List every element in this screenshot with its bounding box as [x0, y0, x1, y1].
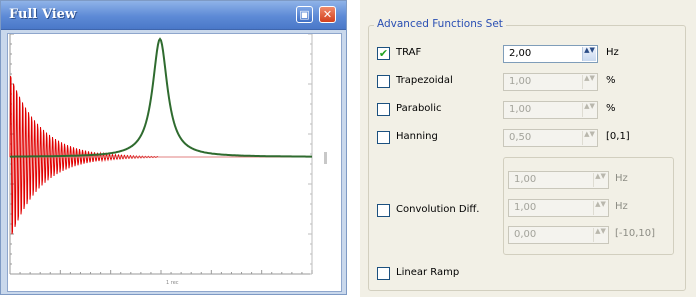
- convolution-field-2-value: 1,00: [514, 202, 537, 213]
- hanning-spinbox[interactable]: 0,50 ▲▼: [503, 129, 598, 147]
- parabolic-value: 1,00: [509, 104, 532, 115]
- restore-icon[interactable]: ▣: [296, 6, 313, 23]
- convolution-field-3-unit: [-10,10]: [615, 228, 656, 239]
- close-icon[interactable]: ✕: [319, 6, 336, 23]
- linear-ramp-checkbox[interactable]: [377, 267, 390, 280]
- plot-resize-handle[interactable]: [324, 152, 327, 164]
- hanning-label: Hanning: [396, 131, 438, 142]
- hanning-checkbox[interactable]: [377, 131, 390, 144]
- traf-checkbox[interactable]: ✔: [377, 47, 390, 60]
- convolution-field-2-spinbox[interactable]: 1,00 ▲▼: [508, 199, 609, 217]
- convolution-field-1-spinbox[interactable]: 1,00 ▲▼: [508, 171, 609, 189]
- trapezoidal-spinbox[interactable]: 1,00 ▲▼: [503, 73, 598, 91]
- full-view-titlebar[interactable]: Full View ▣ ✕: [1, 1, 346, 30]
- hanning-value: 0,50: [509, 132, 532, 143]
- convolution-field-3-spinbox[interactable]: 0,00 ▲▼: [508, 226, 609, 244]
- traf-label: TRAF: [396, 47, 422, 58]
- linear-ramp-label: Linear Ramp: [396, 267, 460, 278]
- parabolic-label: Parabolic: [396, 103, 442, 114]
- parabolic-unit: %: [606, 103, 616, 114]
- spin-arrows-icon[interactable]: ▲▼: [593, 201, 607, 215]
- check-icon: ✔: [378, 47, 389, 60]
- convolution-field-3-value: 0,00: [514, 229, 537, 240]
- trapezoidal-unit: %: [606, 75, 616, 86]
- spectrum-plot-area[interactable]: 1 rec: [7, 33, 342, 292]
- full-view-window: Full View ▣ ✕ 1 rec: [0, 0, 347, 295]
- x-axis-tiny-label: 1 rec: [166, 280, 179, 286]
- window-title: Full View: [9, 7, 77, 22]
- convolution-field-2-unit: Hz: [615, 201, 628, 212]
- trapezoidal-checkbox[interactable]: [377, 75, 390, 88]
- spin-arrows-icon[interactable]: ▲▼: [582, 103, 596, 117]
- advanced-functions-legend: Advanced Functions Set: [374, 18, 506, 30]
- convolution-field-1-unit: Hz: [615, 173, 628, 184]
- lorentzian-trace: [10, 37, 312, 158]
- hanning-unit: [0,1]: [606, 131, 630, 142]
- spin-arrows-icon[interactable]: ▲▼: [582, 131, 596, 145]
- traf-unit: Hz: [606, 47, 619, 58]
- convolution-checkbox[interactable]: [377, 204, 390, 217]
- spectrum-plot: 1 rec: [9, 34, 327, 286]
- convolution-label: Convolution Diff.: [396, 204, 480, 215]
- traf-value: 2,00: [509, 48, 532, 59]
- spin-arrows-icon[interactable]: ▲▼: [593, 173, 607, 187]
- trapezoidal-label: Trapezoidal: [396, 75, 453, 86]
- parabolic-spinbox[interactable]: 1,00 ▲▼: [503, 101, 598, 119]
- spin-arrows-icon[interactable]: ▲▼: [582, 75, 596, 89]
- spin-arrows-icon[interactable]: ▲▼: [582, 47, 596, 61]
- convolution-field-1-value: 1,00: [514, 174, 537, 185]
- spin-arrows-icon[interactable]: ▲▼: [593, 228, 607, 242]
- parabolic-checkbox[interactable]: [377, 103, 390, 116]
- trapezoidal-value: 1,00: [509, 76, 532, 87]
- traf-spinbox[interactable]: 2,00 ▲▼: [503, 45, 598, 63]
